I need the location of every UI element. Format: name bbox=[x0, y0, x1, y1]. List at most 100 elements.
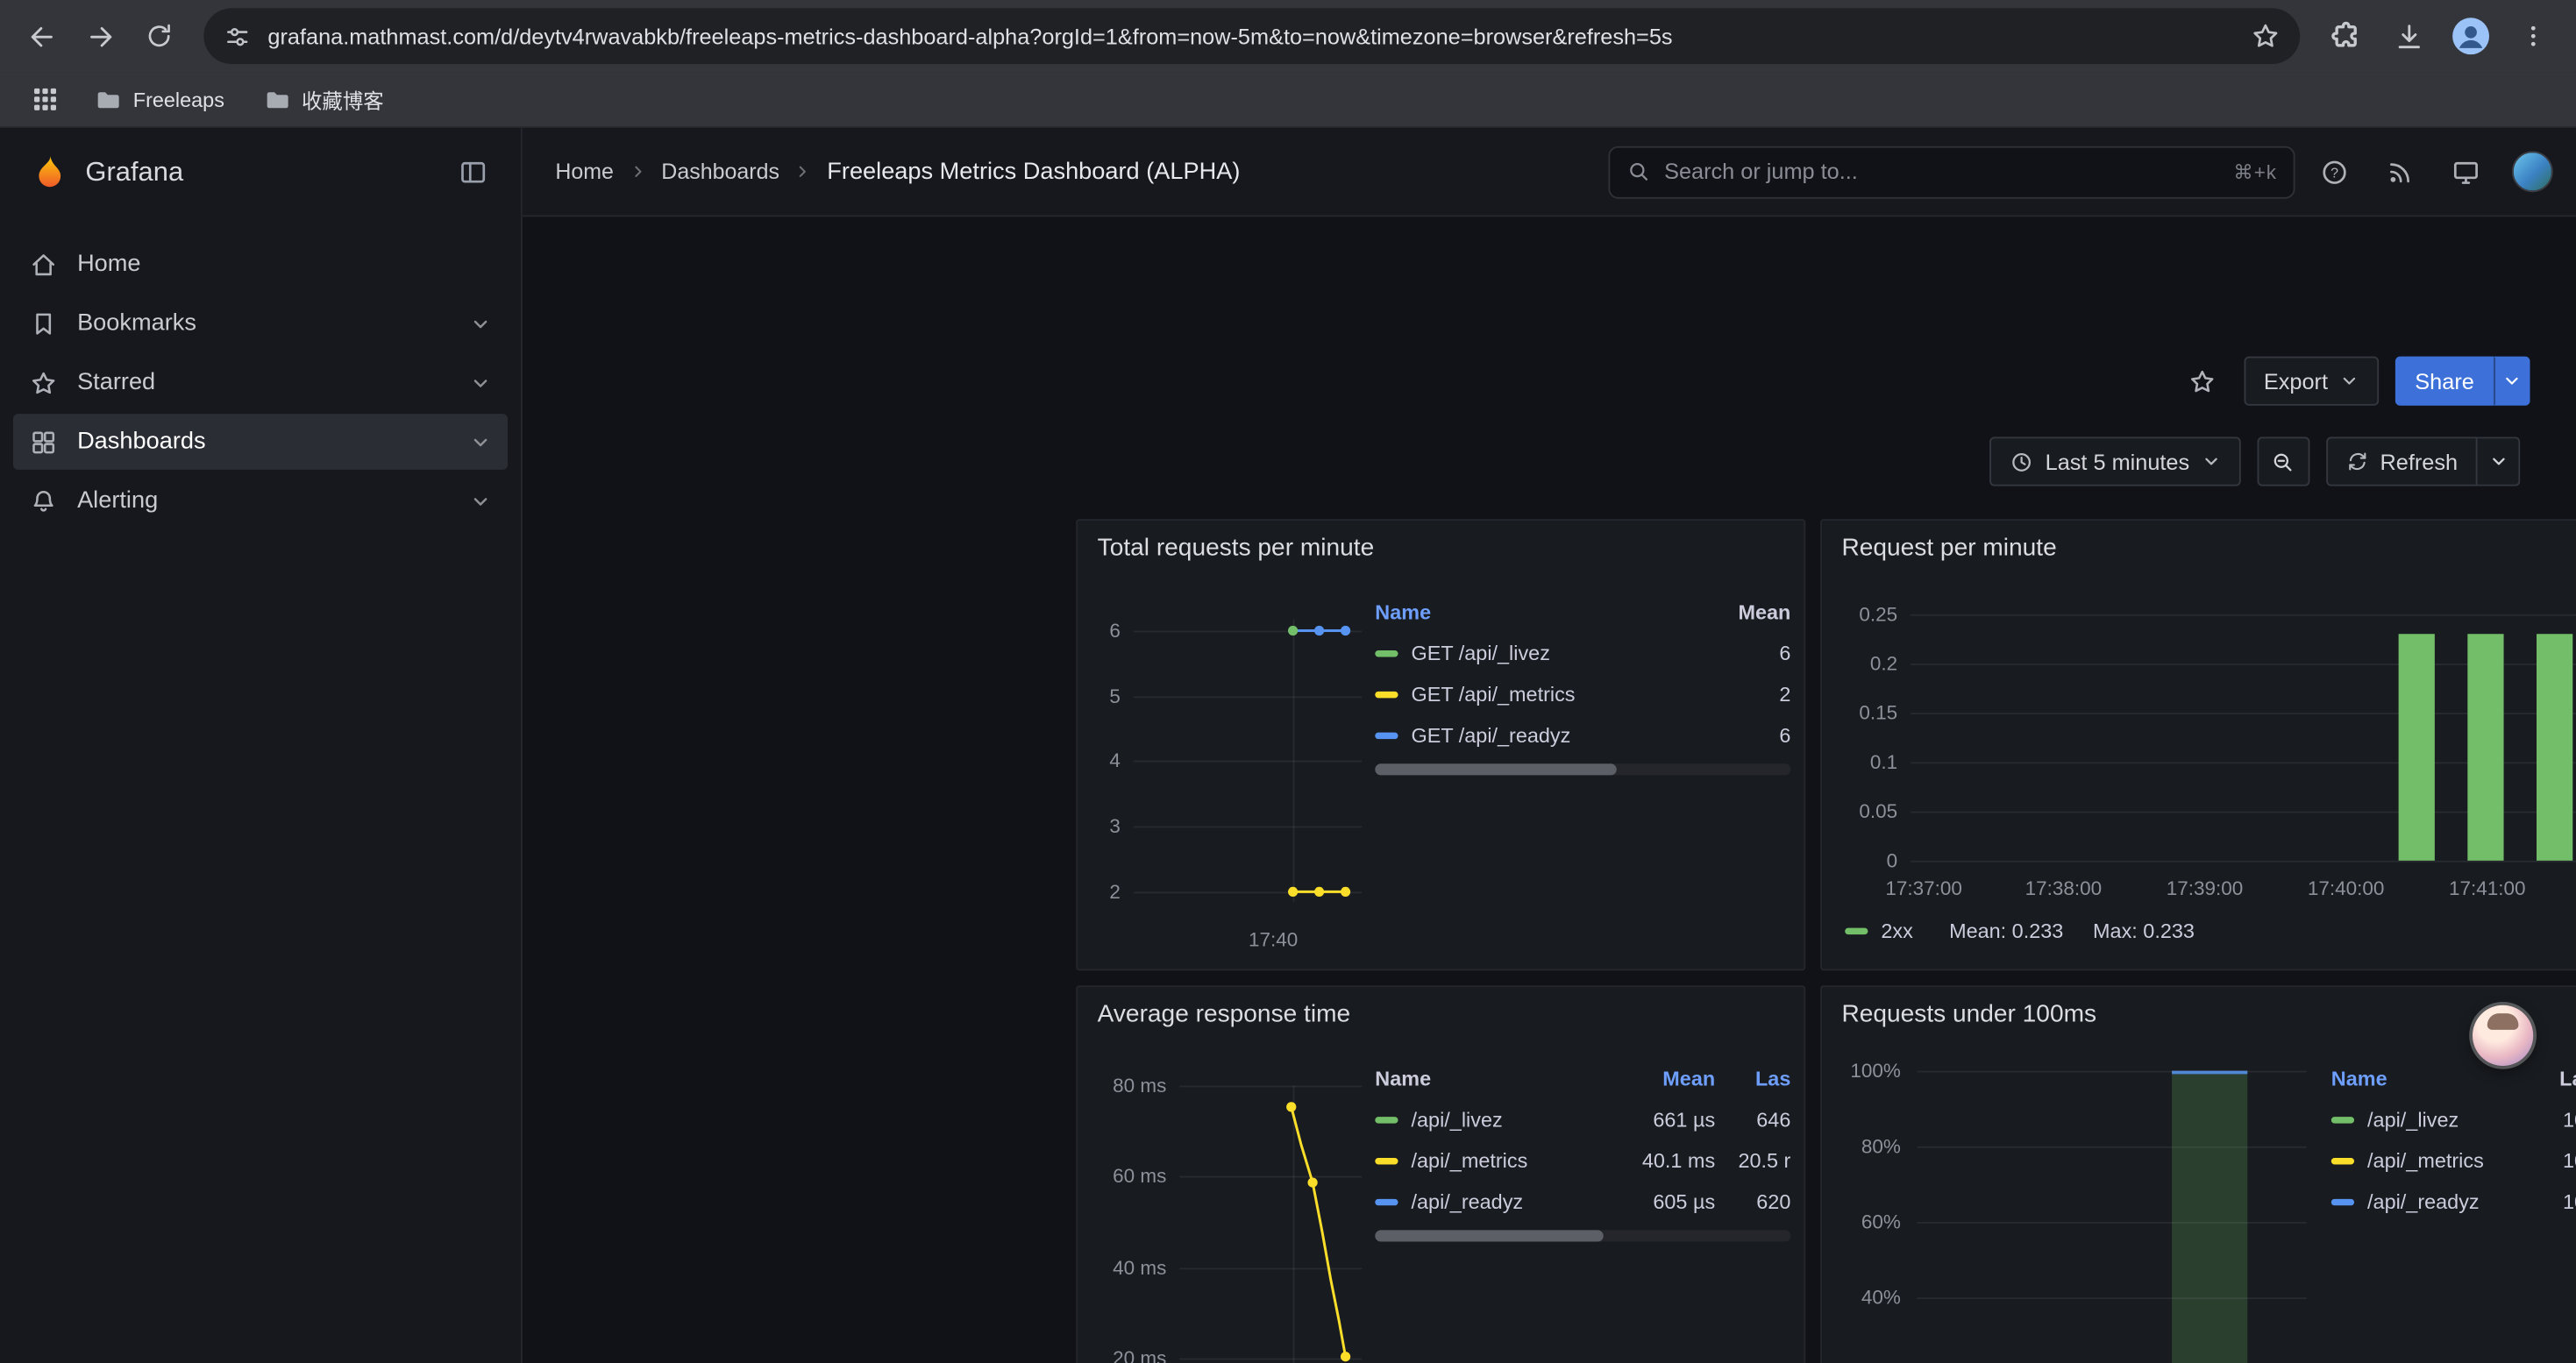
chevron-down-icon bbox=[2339, 371, 2359, 390]
col-name[interactable]: Name bbox=[2331, 1068, 2387, 1090]
series-swatch[interactable] bbox=[2331, 1198, 2354, 1204]
assistant-avatar[interactable] bbox=[2473, 1005, 2533, 1066]
grafana-header: Home Dashboards Freeleaps Metrics Dashbo… bbox=[523, 128, 2576, 217]
series-name[interactable]: /api/_readyz bbox=[1412, 1190, 1613, 1213]
profile-avatar-icon bbox=[2450, 15, 2493, 58]
bookmark-folder-blogs[interactable]: 收藏博客 bbox=[251, 79, 397, 120]
refresh-button[interactable]: Refresh bbox=[2326, 437, 2478, 486]
series-swatch[interactable] bbox=[1845, 928, 1868, 934]
dashboard-actions: Export Share bbox=[2178, 344, 2530, 416]
time-controls: Last 5 minutes Refresh bbox=[1989, 437, 2520, 486]
series-swatch[interactable] bbox=[2331, 1157, 2354, 1163]
series-name[interactable]: GET /api/_readyz bbox=[1412, 723, 1780, 746]
col-mean[interactable]: Mean bbox=[1738, 601, 1790, 624]
extensions-icon[interactable] bbox=[2316, 8, 2375, 64]
share-menu-button[interactable] bbox=[2494, 357, 2530, 406]
y-tick: 0.15 bbox=[1835, 701, 1897, 724]
share-button[interactable]: Share bbox=[2395, 357, 2494, 406]
chevron-down-icon[interactable] bbox=[470, 431, 491, 452]
y-tick: 0 bbox=[1835, 849, 1897, 872]
display-icon[interactable] bbox=[2439, 146, 2492, 198]
series-last: 100% bbox=[2563, 1190, 2576, 1213]
share-split-button: Share bbox=[2395, 357, 2530, 406]
legend-row: /api/_metrics 40.1 ms 20.5 r bbox=[1375, 1139, 1790, 1181]
home-icon bbox=[30, 251, 58, 279]
dock-menu-icon[interactable] bbox=[449, 148, 498, 197]
series-name[interactable]: /api/_readyz bbox=[2367, 1190, 2563, 1213]
col-last[interactable]: Las bbox=[1715, 1068, 1790, 1090]
sidebar-item-dashboards[interactable]: Dashboards bbox=[13, 414, 508, 470]
series-last: 100% bbox=[2563, 1149, 2576, 1172]
chevron-right-icon bbox=[794, 162, 813, 181]
sidebar-item-home[interactable]: Home bbox=[13, 237, 508, 293]
series-name[interactable]: GET /api/_livez bbox=[1412, 642, 1780, 664]
bell-icon bbox=[30, 487, 58, 515]
bookmarks-bar: Freeleaps 收藏博客 bbox=[0, 72, 2576, 128]
series-mean: 2 bbox=[1779, 683, 1790, 706]
time-range-picker[interactable]: Last 5 minutes bbox=[1989, 437, 2240, 486]
browser-forward-button[interactable] bbox=[72, 8, 128, 64]
search-icon bbox=[1626, 160, 1651, 184]
address-bar[interactable]: grafana.mathmast.com/d/deytv4rwavabkb/fr… bbox=[203, 8, 2300, 64]
series-name[interactable]: 2xx bbox=[1881, 919, 1912, 942]
profile-avatar[interactable] bbox=[2441, 8, 2500, 64]
col-mean[interactable]: Mean bbox=[1613, 1068, 1715, 1090]
series-name[interactable]: /api/_livez bbox=[2367, 1108, 2563, 1131]
user-avatar[interactable] bbox=[2512, 151, 2553, 192]
chevron-down-icon[interactable] bbox=[470, 372, 491, 393]
url-text[interactable]: grafana.mathmast.com/d/deytv4rwavabkb/fr… bbox=[267, 24, 2234, 48]
panel-title[interactable]: Requests under 100ms bbox=[1822, 987, 2576, 1041]
browser-back-button[interactable] bbox=[13, 8, 69, 64]
series-swatch[interactable] bbox=[2331, 1116, 2354, 1122]
sidebar-item-label: Home bbox=[77, 252, 140, 278]
series-mean: 40.1 ms bbox=[1613, 1149, 1715, 1172]
series-swatch[interactable] bbox=[1375, 1116, 1398, 1122]
sidebar-item-starred[interactable]: Starred bbox=[13, 355, 508, 411]
bookmark-folder-freeleaps[interactable]: Freeleaps bbox=[82, 82, 238, 117]
x-tick: 17:40 bbox=[1249, 928, 1298, 951]
col-name[interactable]: Name bbox=[1375, 1068, 1613, 1090]
series-swatch[interactable] bbox=[1375, 650, 1398, 656]
chevron-down-icon[interactable] bbox=[470, 313, 491, 334]
search-input[interactable]: Search or jump to... ⌘+k bbox=[1608, 146, 2295, 198]
col-last[interactable]: Last * bbox=[2559, 1068, 2576, 1090]
legend-scrollbar[interactable] bbox=[1375, 763, 1790, 775]
panel-average-response-time: Average response time 80 ms 60 ms 40 ms … bbox=[1076, 985, 1805, 1363]
breadcrumb-home[interactable]: Home bbox=[555, 160, 614, 184]
apps-grid-icon[interactable] bbox=[19, 72, 68, 128]
help-icon[interactable]: ? bbox=[2309, 146, 2361, 198]
legend-scrollbar[interactable] bbox=[1375, 1230, 1790, 1241]
series-swatch[interactable] bbox=[1375, 1198, 1398, 1204]
col-name[interactable]: Name bbox=[1375, 601, 1431, 624]
zoom-out-button[interactable] bbox=[2257, 437, 2309, 486]
sidebar-item-bookmarks[interactable]: Bookmarks bbox=[13, 295, 508, 351]
chevron-down-icon[interactable] bbox=[470, 490, 491, 511]
sidebar-item-label: Starred bbox=[77, 370, 155, 396]
site-settings-icon[interactable] bbox=[224, 22, 252, 50]
x-tick: 17:41:00 bbox=[2449, 877, 2526, 900]
series-swatch[interactable] bbox=[1375, 1157, 1398, 1163]
downloads-icon[interactable] bbox=[2379, 8, 2437, 64]
breadcrumb-current: Freeleaps Metrics Dashboard (ALPHA) bbox=[827, 159, 1240, 185]
browser-toolbar: grafana.mathmast.com/d/deytv4rwavabkb/fr… bbox=[0, 0, 2576, 72]
news-rss-icon[interactable] bbox=[2374, 146, 2427, 198]
export-button[interactable]: Export bbox=[2244, 357, 2379, 406]
panel-title[interactable]: Request per minute bbox=[1822, 521, 2576, 575]
sidebar-item-label: Bookmarks bbox=[77, 310, 196, 337]
breadcrumb-dashboards[interactable]: Dashboards bbox=[661, 160, 779, 184]
series-name[interactable]: GET /api/_metrics bbox=[1412, 683, 1780, 706]
series-last: 20.5 r bbox=[1715, 1149, 1790, 1172]
legend-row: /api/_livez 661 µs 646 bbox=[1375, 1099, 1790, 1140]
sidebar-item-alerting[interactable]: Alerting bbox=[13, 473, 508, 529]
grafana-app: Grafana Home Bookmarks Starred bbox=[0, 128, 2576, 1363]
series-swatch[interactable] bbox=[1375, 691, 1398, 697]
browser-reload-button[interactable] bbox=[132, 8, 188, 64]
series-name[interactable]: /api/_livez bbox=[1412, 1108, 1613, 1131]
refresh-interval-button[interactable] bbox=[2478, 437, 2521, 486]
series-swatch[interactable] bbox=[1375, 732, 1398, 738]
browser-menu-icon[interactable] bbox=[2504, 8, 2563, 64]
favorite-star-icon[interactable] bbox=[2178, 357, 2227, 406]
bookmark-star-icon[interactable] bbox=[2251, 21, 2281, 51]
series-name[interactable]: /api/_metrics bbox=[1412, 1149, 1613, 1172]
series-name[interactable]: /api/_metrics bbox=[2367, 1149, 2563, 1172]
